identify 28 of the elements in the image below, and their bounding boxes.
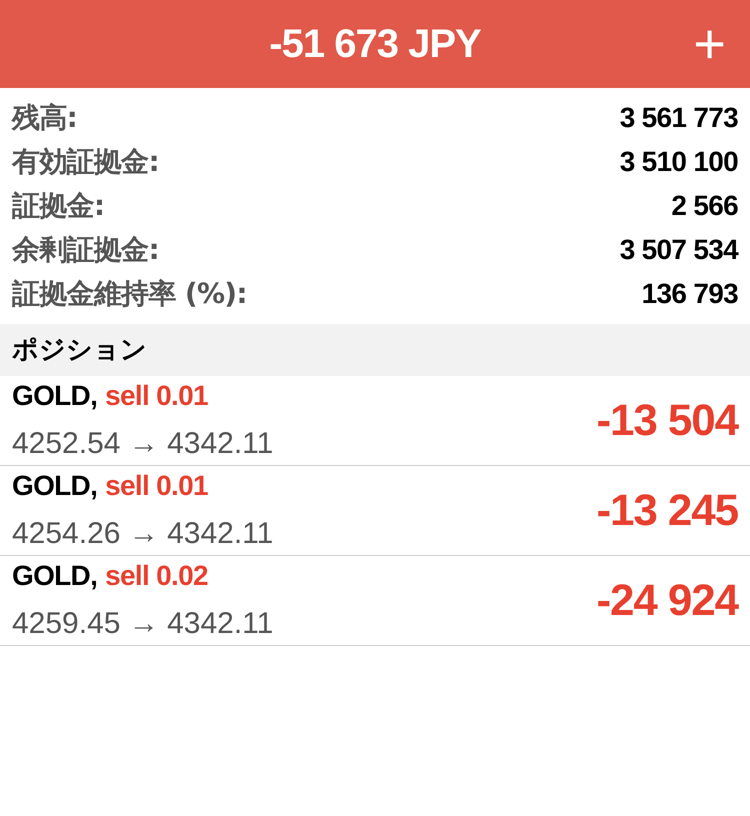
header-title: -51 673 JPY xyxy=(269,21,481,68)
account-value: 136 793 xyxy=(642,277,738,311)
profit-value: -24 924 xyxy=(596,574,738,626)
account-value: 3 561 773 xyxy=(620,101,738,135)
symbol-text: GOLD, xyxy=(12,379,98,413)
order-type: sell 0.01 xyxy=(105,379,208,413)
account-label: 証拠金維持率 (%): xyxy=(12,276,247,312)
profit-value: -13 245 xyxy=(596,484,738,536)
profit-value: -13 504 xyxy=(596,394,738,446)
add-button[interactable]: + xyxy=(666,16,726,72)
order-type: sell 0.01 xyxy=(105,469,208,503)
price-text: 4259.45 → 4342.11 xyxy=(12,606,274,642)
account-value: 3 510 100 xyxy=(620,145,738,179)
symbol-text: GOLD, xyxy=(12,559,98,593)
account-label: 残高: xyxy=(12,100,78,136)
account-label: 証拠金: xyxy=(12,188,104,224)
account-value: 3 507 534 xyxy=(620,233,738,267)
account-label: 有効証拠金: xyxy=(12,144,159,180)
price-text: 4252.54 → 4342.11 xyxy=(12,426,274,462)
price-text: 4254.26 → 4342.11 xyxy=(12,516,274,552)
account-value: 2 566 xyxy=(671,189,738,223)
account-label: 余剰証拠金: xyxy=(12,232,159,268)
symbol-text: GOLD, xyxy=(12,469,98,503)
position-row[interactable]: GOLD, sell 0.02 4259.45 → 4342.11 -24 924 xyxy=(0,556,750,646)
order-type: sell 0.02 xyxy=(105,559,208,593)
position-row[interactable]: GOLD, sell 0.01 4252.54 → 4342.11 -13 504 xyxy=(0,376,750,466)
position-row[interactable]: GOLD, sell 0.01 4254.26 → 4342.11 -13 245 xyxy=(0,466,750,556)
section-title: ポジション xyxy=(12,334,147,366)
